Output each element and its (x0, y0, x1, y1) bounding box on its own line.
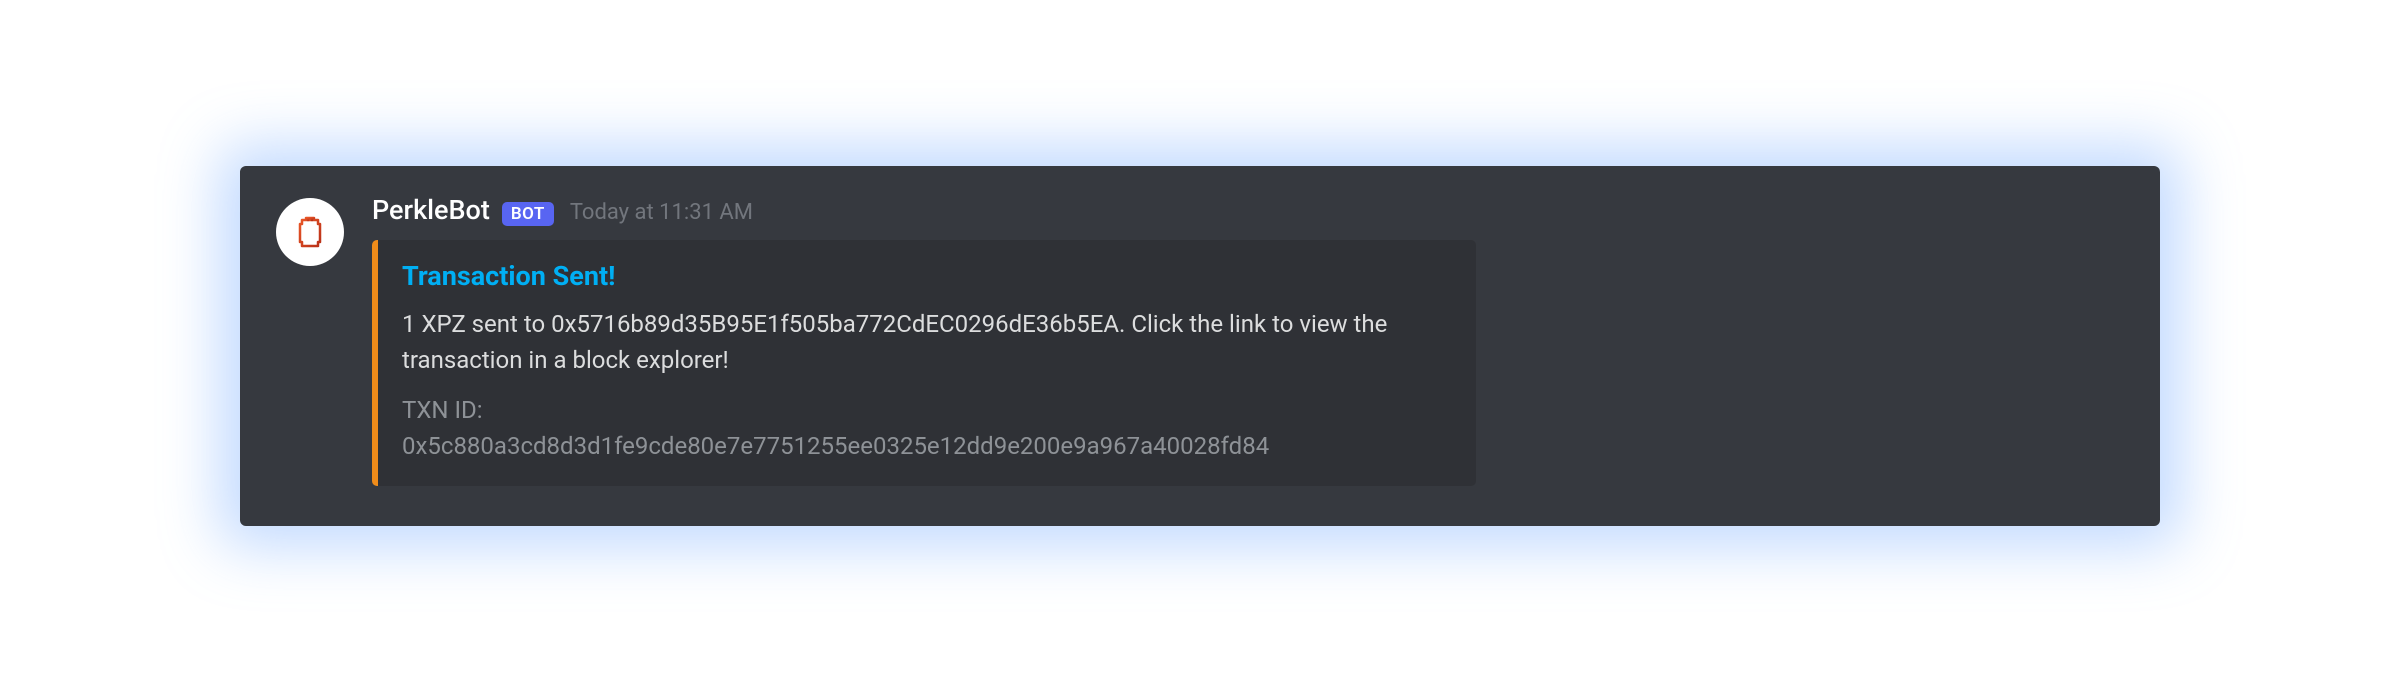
user-avatar[interactable] (276, 198, 344, 266)
discord-message: PerkleBot BOT Today at 11:31 AM Transact… (240, 166, 2160, 526)
embed-title[interactable]: Transaction Sent! (402, 260, 1452, 292)
txn-id-label: TXN ID: (402, 392, 1452, 428)
message-embed: Transaction Sent! 1 XPZ sent to 0x5716b8… (372, 240, 1476, 486)
message-content: PerkleBot BOT Today at 11:31 AM Transact… (372, 194, 2124, 486)
message-header: PerkleBot BOT Today at 11:31 AM (372, 194, 2124, 226)
bot-badge: BOT (502, 202, 554, 226)
txn-id-value: 0x5c880a3cd8d3d1fe9cde80e7e7751255ee0325… (402, 428, 1452, 464)
bot-avatar-icon (290, 212, 330, 252)
username[interactable]: PerkleBot (372, 194, 490, 226)
message-timestamp: Today at 11:31 AM (570, 200, 753, 225)
embed-description: 1 XPZ sent to 0x5716b89d35B95E1f505ba772… (402, 306, 1452, 378)
